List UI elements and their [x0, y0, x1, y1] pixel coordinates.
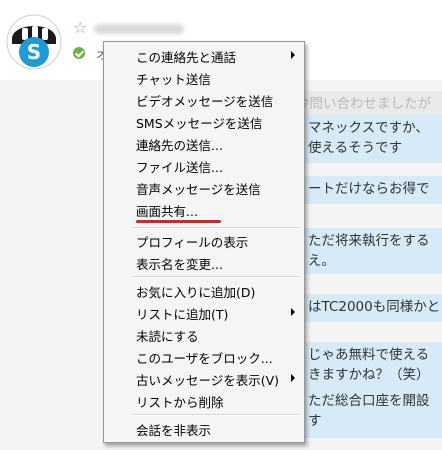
menu-item-label: ファイル送信...: [136, 160, 223, 175]
chat-message: ただ将来執行をする え。: [302, 228, 442, 274]
menu-item-label: リストに追加(T): [136, 307, 229, 322]
menu-item-label: 連絡先の送信...: [136, 138, 223, 153]
menu-item-send-voice-message[interactable]: 音声メッセージを送信: [104, 177, 304, 197]
submenu-arrow-icon: [291, 374, 295, 382]
menu-item-label: 音声メッセージを送信: [136, 182, 261, 197]
menu-item-label: この連絡先と通話: [136, 50, 237, 65]
menu-item-send-sms[interactable]: SMSメッセージを送信: [104, 111, 304, 131]
menu-item-label: リストから削除: [136, 395, 224, 410]
menu-item-add-favorite[interactable]: お気に入りに追加(D): [104, 280, 304, 300]
menu-item-send-chat[interactable]: チャット送信: [104, 67, 304, 87]
menu-item-rename[interactable]: 表示名を変更...: [104, 252, 304, 272]
menu-item-send-contacts[interactable]: 連絡先の送信...: [104, 133, 304, 153]
chat-message: 今問い合わせましたが: [290, 91, 442, 115]
skype-logo-icon[interactable]: S: [6, 14, 62, 70]
menu-item-remove-from-list[interactable]: リストから削除: [104, 390, 304, 410]
submenu-arrow-icon: [291, 308, 295, 316]
favorite-star-icon[interactable]: ☆: [73, 20, 87, 36]
svg-text:S: S: [27, 40, 41, 64]
menu-item-label: ビデオメッセージを送信: [136, 94, 274, 109]
menu-item-send-video-message[interactable]: ビデオメッセージを送信: [104, 89, 304, 109]
contact-context-menu: この連絡先と通話 チャット送信 ビデオメッセージを送信 SMSメッセージを送信 …: [103, 41, 305, 443]
menu-item-block-user[interactable]: このユーザをブロック...: [104, 346, 304, 366]
highlight-underline: [136, 220, 221, 223]
menu-item-label: 画面共有...: [136, 204, 198, 219]
chat-message: ただ総合口座を開設す: [302, 388, 442, 438]
menu-item-label: SMSメッセージを送信: [136, 116, 263, 131]
menu-item-label: 古いメッセージを表示(V): [136, 373, 280, 388]
chat-message: ートだけならお得で: [302, 176, 442, 204]
menu-item-hide-conversation[interactable]: 会話を非表示: [104, 418, 304, 438]
menu-item-label: 会話を非表示: [136, 423, 212, 438]
menu-item-label: 未読にする: [136, 329, 199, 344]
menu-item-label: このユーザをブロック...: [136, 351, 273, 366]
menu-item-add-to-list[interactable]: リストに追加(T): [104, 302, 304, 322]
chat-message: はTC2000も同様かと: [302, 294, 442, 322]
menu-separator: [132, 276, 300, 278]
chat-message: じゃあ無料で使える きますかね？（笑）: [302, 342, 442, 388]
menu-item-label: プロフィールの表示: [136, 235, 249, 250]
online-status-icon: [73, 47, 85, 59]
submenu-arrow-icon: [291, 51, 295, 59]
menu-item-mark-unread[interactable]: 未読にする: [104, 324, 304, 344]
menu-item-send-file[interactable]: ファイル送信...: [104, 155, 304, 175]
menu-item-label: チャット送信: [136, 72, 211, 87]
menu-separator: [132, 227, 300, 229]
chat-message: マネックスですか、 使えるそうです: [302, 115, 442, 163]
menu-separator: [132, 414, 300, 416]
contact-name-redacted: [94, 24, 184, 34]
menu-item-call[interactable]: この連絡先と通話: [104, 45, 304, 65]
menu-item-label: 表示名を変更...: [136, 257, 223, 272]
menu-item-label: お気に入りに追加(D): [136, 285, 256, 300]
menu-item-show-old-messages[interactable]: 古いメッセージを表示(V): [104, 368, 304, 388]
menu-item-share-screen[interactable]: 画面共有...: [104, 199, 304, 219]
menu-item-view-profile[interactable]: プロフィールの表示: [104, 230, 304, 250]
